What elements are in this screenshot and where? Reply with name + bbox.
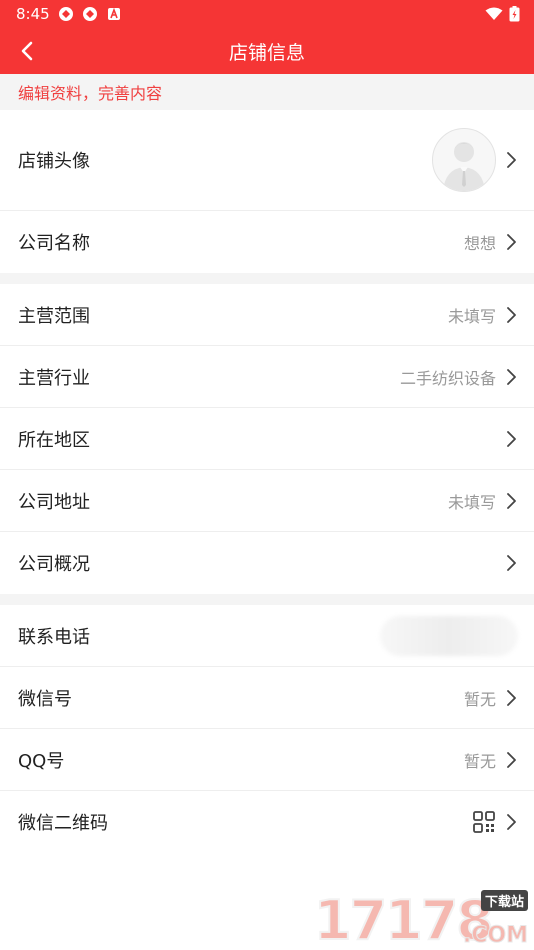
chevron-right-icon (507, 492, 516, 509)
wifi-icon (485, 7, 503, 20)
chevron-right-icon (507, 555, 516, 571)
chevron-right-icon (507, 689, 516, 706)
font-notification-icon (107, 7, 120, 20)
default-avatar-icon (443, 142, 485, 191)
site-watermark: 17178 下载站 .COM (308, 888, 534, 950)
row-region[interactable]: 所在地区 (0, 408, 534, 470)
row-label: 主营范围 (18, 305, 90, 327)
row-value: 未填写 (447, 492, 496, 512)
row-value: 二手纺织设备 (399, 368, 496, 388)
row-qq[interactable]: QQ号 暂无 (0, 729, 534, 791)
qr-code-icon (473, 811, 495, 833)
row-label: 公司名称 (18, 233, 90, 254)
row-label: 微信二维码 (18, 813, 108, 834)
chevron-right-icon (507, 814, 516, 830)
chevron-right-icon (507, 234, 516, 250)
chevron-right-icon (507, 368, 516, 385)
row-value: 未填写 (447, 306, 496, 326)
edit-notice: 编辑资料，完善内容 (0, 74, 534, 110)
row-label: 主营行业 (18, 367, 90, 389)
row-value: 暂无 (463, 751, 496, 771)
nav-bar: 店铺信息 (0, 28, 534, 74)
section-divider (0, 594, 534, 605)
row-company-name[interactable]: 公司名称 想想 (0, 211, 534, 273)
section-divider (0, 273, 534, 284)
page-title: 店铺信息 (228, 41, 305, 64)
chevron-left-icon (21, 41, 33, 61)
row-value: 暂无 (463, 689, 496, 709)
status-time: 8:45 (16, 5, 50, 23)
row-business-scope[interactable]: 主营范围 未填写 (0, 284, 534, 346)
app-notification-icon (58, 7, 73, 21)
chevron-right-icon (507, 306, 516, 323)
app-notification-icon-2 (82, 7, 97, 21)
row-label: 公司地址 (18, 491, 90, 513)
row-shop-avatar[interactable]: 店铺头像 (0, 110, 534, 211)
row-main-industry[interactable]: 主营行业 二手纺织设备 (0, 346, 534, 408)
row-company-overview[interactable]: 公司概况 (0, 532, 534, 594)
battery-icon (509, 6, 520, 22)
edit-notice-text: 编辑资料，完善内容 (18, 84, 163, 103)
chevron-right-icon (507, 751, 516, 768)
watermark-tag: 下载站 (480, 890, 528, 911)
row-wechat-qr[interactable]: 微信二维码 (0, 791, 534, 853)
row-label: QQ号 (18, 750, 65, 772)
row-value: 想想 (463, 234, 496, 253)
row-label: 店铺头像 (18, 151, 90, 172)
row-label: 联系电话 (18, 626, 90, 648)
chevron-right-icon (507, 152, 516, 168)
watermark-suffix: .COM (462, 923, 528, 949)
back-button[interactable] (12, 36, 42, 66)
row-label: 公司概况 (18, 554, 90, 575)
shop-avatar[interactable] (432, 128, 496, 192)
chevron-right-icon (507, 430, 516, 447)
row-label: 微信号 (18, 688, 72, 710)
phone-value-redacted (380, 615, 518, 656)
row-company-address[interactable]: 公司地址 未填写 (0, 470, 534, 532)
row-contact-phone[interactable]: 联系电话 (0, 605, 534, 667)
row-wechat-id[interactable]: 微信号 暂无 (0, 667, 534, 729)
row-label: 所在地区 (18, 429, 90, 451)
status-bar: 8:45 (0, 0, 534, 28)
